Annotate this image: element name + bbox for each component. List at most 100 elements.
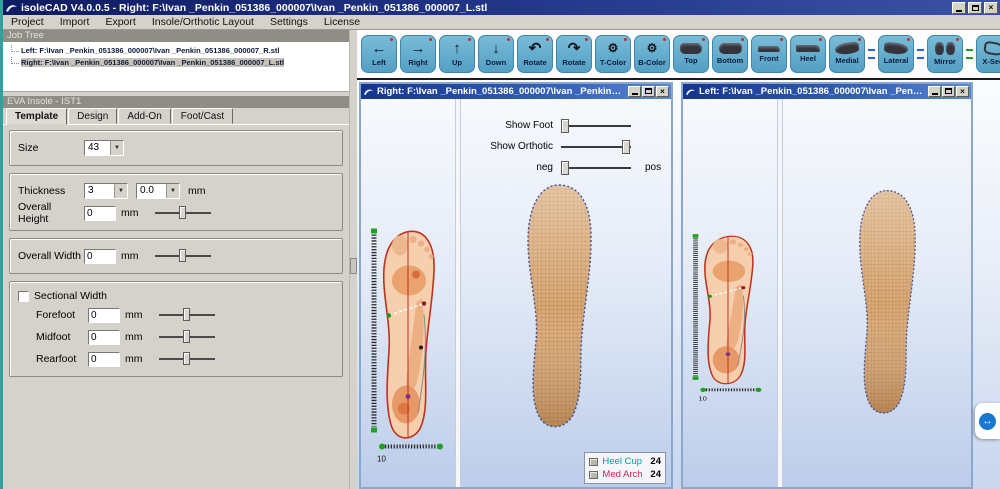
slider-thumb[interactable]: [622, 140, 630, 154]
close-button[interactable]: ×: [984, 2, 998, 14]
toolbar-button-lateral[interactable]: Lateral: [878, 35, 914, 73]
menu-project[interactable]: Project: [3, 16, 52, 28]
toolbar-button-mirror[interactable]: Mirror: [927, 35, 963, 73]
foot-scan-canvas[interactable]: 10: [364, 217, 452, 472]
minimize-button[interactable]: [628, 86, 641, 97]
close-button[interactable]: ×: [656, 86, 669, 97]
toolbar-button-down[interactable]: ↓Down: [478, 35, 514, 73]
orthotic-mesh-canvas[interactable]: [509, 181, 609, 431]
show-orthotic-slider[interactable]: [561, 146, 631, 148]
tree-connector: [11, 57, 19, 64]
insole-tabs: Template Design Add-On Foot/Cast: [3, 108, 349, 125]
overall-height-slider[interactable]: [155, 212, 211, 214]
thickness-group: Thickness 3 ▼ 0.0 ▼ mm Overall Height: [9, 173, 343, 231]
panel-splitter[interactable]: [349, 30, 357, 489]
toolbar-button-top[interactable]: Top: [673, 35, 709, 73]
rearfoot-slider[interactable]: [159, 358, 215, 360]
forefoot-slider[interactable]: [159, 314, 215, 316]
mdi-area: Right: F:\Ivan _Penkin_051386_000007\Iva…: [357, 80, 1000, 489]
tab-add-on[interactable]: Add-On: [118, 108, 170, 124]
maximize-button[interactable]: [642, 86, 655, 97]
show-foot-slider[interactable]: [561, 125, 631, 127]
toolbar-button-x-sect[interactable]: X-Sect: [976, 35, 1000, 73]
unit-label: mm: [125, 331, 143, 343]
tab-foot-cast[interactable]: Foot/Cast: [172, 108, 233, 124]
forefoot-input[interactable]: [88, 308, 120, 323]
app-logo-icon: [363, 87, 374, 96]
chevron-down-icon[interactable]: ▼: [166, 184, 179, 198]
toolbar-button-rotate-cw[interactable]: ↷Rotate: [556, 35, 592, 73]
mirror-icon: [935, 42, 955, 55]
tab-design[interactable]: Design: [68, 108, 117, 124]
pos-label: pos: [645, 162, 661, 173]
show-orthotic-label: Show Orthotic: [461, 141, 553, 152]
unit-label: mm: [125, 353, 143, 365]
slider-thumb[interactable]: [183, 308, 190, 321]
forefoot-label: Forefoot: [36, 309, 88, 321]
menu-settings[interactable]: Settings: [262, 16, 316, 28]
neg-pos-slider[interactable]: [561, 167, 631, 169]
toolbar-button-b-color[interactable]: ⚙B-Color: [634, 35, 670, 73]
menu-export[interactable]: Export: [97, 16, 143, 28]
chevron-down-icon[interactable]: ▼: [110, 141, 123, 155]
slider-thumb[interactable]: [561, 161, 569, 175]
slider-thumb[interactable]: [179, 249, 186, 262]
sectional-width-checkbox[interactable]: [18, 291, 29, 302]
orthotic-mesh-canvas[interactable]: [843, 187, 931, 417]
toolbar-connector: [917, 49, 924, 59]
toolbar-button-medial[interactable]: Medial: [829, 35, 865, 73]
thickness-offset-select[interactable]: 0.0 ▼: [136, 183, 180, 199]
orthotic-pane-left[interactable]: [783, 99, 971, 487]
rearfoot-label: Rearfoot: [36, 353, 88, 365]
overall-width-input[interactable]: [84, 249, 116, 264]
toolbar-button-bottom[interactable]: Bottom: [712, 35, 748, 73]
midfoot-input[interactable]: [88, 330, 120, 345]
app-logo-icon: [685, 87, 696, 96]
foot-scan-pane-left[interactable]: 10: [683, 99, 778, 487]
restore-button[interactable]: [968, 2, 982, 14]
unit-label: mm: [121, 250, 139, 262]
size-select[interactable]: 43 ▼: [84, 140, 124, 156]
job-tree-item-left[interactable]: Left: F:\Ivan _Penkin_051386_000007\Ivan…: [9, 44, 349, 56]
slider-thumb[interactable]: [183, 330, 190, 343]
foot-scan-pane-right[interactable]: 10: [361, 99, 456, 487]
menu-insole-orthotic-layout[interactable]: Insole/Orthotic Layout: [144, 16, 262, 28]
overall-height-label: Overall Height: [18, 201, 84, 225]
rearfoot-input[interactable]: [88, 352, 120, 367]
toolbar-button-up[interactable]: ↑Up: [439, 35, 475, 73]
menu-import[interactable]: Import: [52, 16, 98, 28]
job-tree-item-right[interactable]: Right: F:\Ivan _Penkin_051386_000007\Iva…: [9, 56, 349, 68]
ruler-label: 10: [698, 396, 707, 402]
toolbar-button-heel[interactable]: Heel: [790, 35, 826, 73]
splitter-grip-icon[interactable]: [350, 258, 357, 274]
menu-license[interactable]: License: [316, 16, 368, 28]
close-button[interactable]: ×: [956, 86, 969, 97]
slider-thumb[interactable]: [183, 352, 190, 365]
midfoot-slider[interactable]: [159, 336, 215, 338]
foot-scan-canvas[interactable]: 10: [686, 227, 770, 407]
show-foot-label: Show Foot: [461, 120, 553, 131]
orthotic-pane-right[interactable]: Show Foot Show Orthotic neg: [461, 99, 671, 487]
arrow-left-icon: ←: [372, 41, 387, 58]
toolbar-button-left[interactable]: ←Left: [361, 35, 397, 73]
overall-height-input[interactable]: [84, 206, 116, 221]
slider-thumb[interactable]: [561, 119, 569, 133]
minimize-button[interactable]: [928, 86, 941, 97]
maximize-button[interactable]: [942, 86, 955, 97]
arrow-down-icon: ↓: [492, 41, 500, 58]
size-label: Size: [18, 142, 84, 154]
chevron-down-icon[interactable]: ▼: [114, 184, 127, 198]
viewport-right-titlebar[interactable]: Right: F:\Ivan _Penkin_051386_000007\Iva…: [361, 84, 671, 99]
teamviewer-tab[interactable]: ↔: [975, 403, 1000, 439]
tab-template[interactable]: Template: [6, 108, 67, 125]
thickness-select[interactable]: 3 ▼: [84, 183, 128, 199]
toolbar-button-t-color[interactable]: ⚙T-Color: [595, 35, 631, 73]
arch-legend: Heel Cup 24 Med Arch 24: [584, 452, 666, 484]
minimize-button[interactable]: [952, 2, 966, 14]
overall-width-slider[interactable]: [155, 255, 211, 257]
toolbar-button-front[interactable]: Front: [751, 35, 787, 73]
slider-thumb[interactable]: [179, 206, 186, 219]
toolbar-button-rotate-ccw[interactable]: ↶Rotate: [517, 35, 553, 73]
toolbar-button-right[interactable]: →Right: [400, 35, 436, 73]
viewport-left-titlebar[interactable]: Left: F:\Ivan _Penkin_051386_000007\Ivan…: [683, 84, 971, 99]
